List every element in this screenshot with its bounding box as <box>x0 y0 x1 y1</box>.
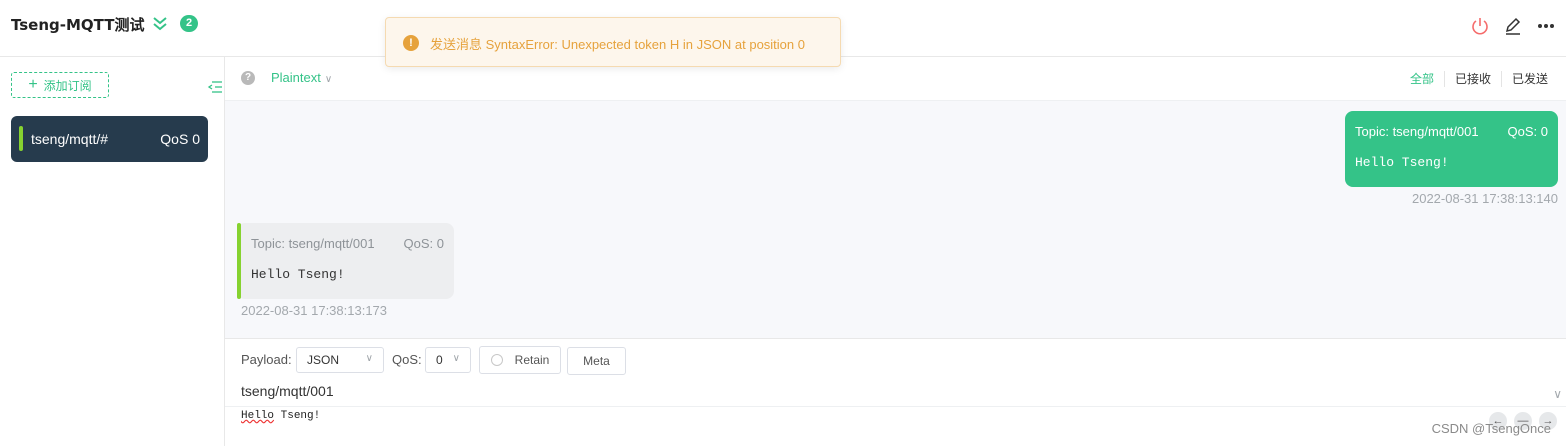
message-timestamp: 2022-08-31 17:38:13:140 <box>1411 191 1558 206</box>
tab-sent[interactable]: 已发送 <box>1500 71 1558 87</box>
payload-format-value: Plaintext <box>271 70 321 85</box>
help-icon[interactable]: ? <box>241 71 255 85</box>
expand-chevrons-icon[interactable] <box>152 15 168 31</box>
qos-value: 0 <box>436 353 443 367</box>
tab-received[interactable]: 已接收 <box>1443 71 1501 87</box>
chevron-down-icon: ∨ <box>452 353 460 364</box>
message-topic: Topic: tseng/mqtt/001 <box>251 236 375 251</box>
message-qos: QoS: 0 <box>403 236 444 251</box>
payload-type-select[interactable]: JSON ∨ <box>296 347 384 373</box>
payload-editor[interactable]: Hello Tseng! ← — → <box>225 406 1566 448</box>
subscription-color-bar <box>19 126 23 151</box>
subscriptions-panel: + 添加订阅 tseng/mqtt/# QoS 0 <box>0 57 225 446</box>
connection-title: Tseng-MQTT测试 <box>11 16 145 34</box>
subscription-color-bar <box>237 223 241 299</box>
more-icon[interactable] <box>1536 16 1556 36</box>
payload-type-value: JSON <box>307 353 340 367</box>
payload-text-rest: Tseng! <box>274 410 321 422</box>
message-payload: Hello Tseng! <box>1355 155 1449 170</box>
chevron-down-icon: ∨ <box>365 353 373 364</box>
payload-text[interactable]: Hello Tseng! <box>241 410 320 422</box>
meta-button[interactable]: Meta <box>567 347 626 375</box>
spellcheck-word: Hello <box>241 410 275 422</box>
subscription-topic: tseng/mqtt/# <box>31 131 109 147</box>
edit-icon[interactable] <box>1503 16 1523 36</box>
message-list[interactable]: Topic: tseng/mqtt/001 QoS: 0 Hello Tseng… <box>225 101 1566 338</box>
message-type-tabs: 全部 已接收 已发送 <box>1400 71 1558 87</box>
tab-all[interactable]: 全部 <box>1400 71 1444 87</box>
toast-message: 发送消息 SyntaxError: Unexpected token H in … <box>430 37 805 52</box>
connection-count-badge: 2 <box>180 15 198 32</box>
message-payload: Hello Tseng! <box>251 267 345 282</box>
watermark: CSDN @TsengOnce <box>1431 421 1551 436</box>
retain-label: Retain <box>514 353 550 367</box>
power-icon[interactable] <box>1470 16 1490 36</box>
radio-icon <box>490 354 503 366</box>
retain-toggle[interactable]: Retain <box>479 346 561 374</box>
subscription-item[interactable]: tseng/mqtt/# QoS 0 <box>11 116 208 162</box>
message-timestamp: 2022-08-31 17:38:13:173 <box>241 303 388 318</box>
add-subscription-button[interactable]: + 添加订阅 <box>11 72 109 98</box>
add-subscription-label: 添加订阅 <box>43 78 92 93</box>
meta-label: Meta <box>583 354 610 368</box>
message-composer: Payload: JSON ∨ QoS: 0 ∨ Retain Meta tse… <box>225 338 1566 447</box>
qos-label: QoS: <box>392 352 422 367</box>
collapse-panel-icon[interactable] <box>207 79 223 95</box>
plus-icon: + <box>28 76 38 93</box>
received-message-bubble: Topic: tseng/mqtt/001 QoS: 0 Hello Tseng… <box>237 223 454 299</box>
message-topic: Topic: tseng/mqtt/001 <box>1355 124 1479 139</box>
topic-input[interactable]: tseng/mqtt/001 <box>241 383 334 399</box>
message-qos: QoS: 0 <box>1507 124 1548 139</box>
error-toast: ! 发送消息 SyntaxError: Unexpected token H i… <box>385 17 841 67</box>
warning-icon: ! <box>403 35 419 51</box>
chevron-down-icon[interactable]: ∨ <box>1553 387 1562 401</box>
payload-label: Payload: <box>241 352 292 367</box>
sent-message-bubble: Topic: tseng/mqtt/001 QoS: 0 Hello Tseng… <box>1345 111 1558 187</box>
chevron-down-icon: ∨ <box>324 74 333 85</box>
qos-select[interactable]: 0 ∨ <box>425 347 471 373</box>
subscription-qos: QoS 0 <box>160 131 200 147</box>
payload-format-select[interactable]: Plaintext ∨ <box>271 70 332 85</box>
